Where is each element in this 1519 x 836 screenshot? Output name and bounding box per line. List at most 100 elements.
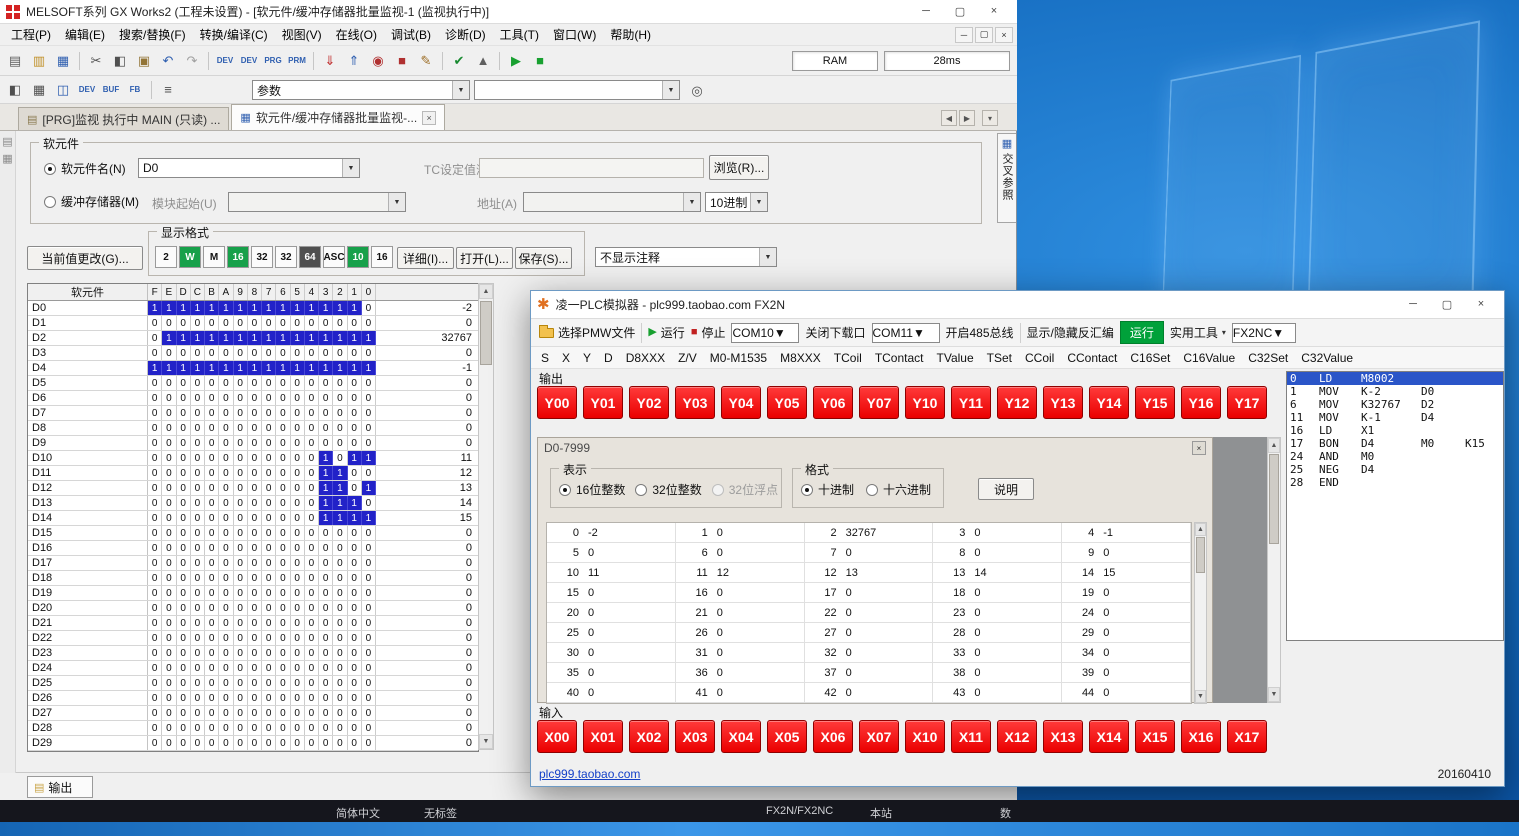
bit-cell[interactable]: 0 [291,526,305,540]
bit-cell[interactable]: 0 [219,481,233,495]
bit-cell[interactable]: 0 [248,526,262,540]
device-value-cell[interactable]: 0 [376,421,478,435]
device-link-c16value[interactable]: C16Value [1183,351,1235,365]
register-cell[interactable]: 420 [805,683,934,703]
bit-cell[interactable]: 0 [234,676,248,690]
bit-cell[interactable]: 0 [177,391,191,405]
bit-cell[interactable]: 1 [305,361,319,375]
find-icon[interactable]: ◎ [686,79,708,101]
device-name-radio[interactable]: 软元件名(N) [44,160,126,177]
bit-cell[interactable]: 0 [362,646,376,660]
device-name-cell[interactable]: D8 [28,421,148,435]
device-name-cell[interactable]: D12 [28,481,148,495]
device-name-cell[interactable]: D27 [28,706,148,720]
bit-cell[interactable]: 0 [148,496,162,510]
bit-cell[interactable]: 0 [248,571,262,585]
device-value-cell[interactable]: 11 [376,451,478,465]
bit-cell[interactable]: 0 [291,436,305,450]
bit-cell[interactable]: 0 [162,346,176,360]
bit-cell[interactable]: 0 [177,316,191,330]
bit-cell[interactable]: 0 [191,691,205,705]
bit-cell[interactable]: 0 [291,376,305,390]
bit-cell[interactable]: 0 [305,571,319,585]
bit-cell[interactable]: 0 [362,376,376,390]
device-name-cell[interactable]: D18 [28,571,148,585]
bit-cell[interactable]: 1 [262,331,276,345]
bit-cell[interactable]: 0 [148,406,162,420]
bit-cell[interactable]: 0 [319,391,333,405]
bit-cell[interactable]: 0 [333,406,347,420]
bit-cell[interactable]: 0 [219,571,233,585]
bit-cell[interactable]: 1 [333,496,347,510]
scrollbar-thumb[interactable] [1196,537,1205,573]
bit-cell[interactable]: 0 [191,406,205,420]
bit-cell[interactable]: 1 [319,481,333,495]
device-name-cell[interactable]: D13 [28,496,148,510]
bit-cell[interactable]: 0 [205,436,219,450]
bit-cell[interactable]: 0 [319,436,333,450]
bit-cell[interactable]: 0 [219,706,233,720]
device-link-m8xxx[interactable]: M8XXX [780,351,821,365]
bit-cell[interactable]: 0 [333,346,347,360]
bit-cell[interactable]: 0 [362,556,376,570]
bit-cell[interactable]: 0 [291,556,305,570]
register-cell[interactable]: 4-1 [1062,523,1191,543]
fb-icon[interactable]: FB [124,79,146,101]
bit-cell[interactable]: 0 [148,556,162,570]
bit-cell[interactable]: 0 [305,436,319,450]
bit-cell[interactable]: 0 [191,466,205,480]
bit-cell[interactable]: 1 [162,361,176,375]
bit-cell[interactable]: 0 [262,646,276,660]
register-cell[interactable]: 290 [1062,623,1191,643]
close-download-port-button[interactable]: 关闭下载口 [805,324,865,341]
bit-cell[interactable]: 0 [362,676,376,690]
device-link-c16set[interactable]: C16Set [1130,351,1170,365]
bit-cell[interactable]: 0 [362,691,376,705]
device-name-cell[interactable]: D28 [28,721,148,735]
bit-cell[interactable]: 1 [248,331,262,345]
disasm-row[interactable]: 0LDM8002 [1287,372,1503,385]
bit-cell[interactable]: 0 [205,376,219,390]
register-cell[interactable]: 1011 [547,563,676,583]
bit-cell[interactable]: 0 [234,451,248,465]
bit-cell[interactable]: 0 [248,706,262,720]
format-button-32[interactable]: 32 [251,246,273,268]
device-name-cell[interactable]: D4 [28,361,148,375]
register-cell[interactable]: 350 [547,663,676,683]
format-button-asc[interactable]: ASC [323,246,345,268]
bit-cell[interactable]: 1 [348,511,362,525]
input-button-x11[interactable]: X11 [951,720,991,753]
bit-cell[interactable]: 0 [362,706,376,720]
bit-cell[interactable]: 0 [291,736,305,750]
device-name-cell[interactable]: D2 [28,331,148,345]
bit-cell[interactable]: 0 [305,646,319,660]
device-link-d[interactable]: D [604,351,613,365]
chevron-down-icon[interactable]: ▼ [774,326,786,340]
bit-cell[interactable]: 1 [205,361,219,375]
bit-cell[interactable]: 0 [291,616,305,630]
bit-cell[interactable]: 0 [305,601,319,615]
device-value-cell[interactable]: 0 [376,721,478,735]
bit-cell[interactable]: 1 [348,451,362,465]
bit-cell[interactable]: 0 [333,736,347,750]
gx-menu-item[interactable]: 视图(V) [275,24,329,45]
start-monitor-icon[interactable]: ▶ [505,50,527,72]
bit-cell[interactable]: 1 [148,361,162,375]
bit-cell[interactable]: 0 [262,676,276,690]
bit-cell[interactable]: 0 [319,571,333,585]
register-cell[interactable]: 180 [933,583,1062,603]
bit-cell[interactable]: 0 [148,391,162,405]
bit-cell[interactable]: 0 [191,586,205,600]
bit-cell[interactable]: 0 [305,616,319,630]
bit-cell[interactable]: 0 [362,631,376,645]
monitor-mode-icon[interactable]: ◉ [367,50,389,72]
bit-cell[interactable]: 0 [234,601,248,615]
bit-cell[interactable]: 0 [348,316,362,330]
bit-cell[interactable]: 0 [276,661,290,675]
parameter-combo[interactable]: 参数 ▼ [252,80,470,100]
device-link-s[interactable]: S [541,351,549,365]
bit-cell[interactable]: 0 [333,541,347,555]
gx-menu-item[interactable]: 在线(O) [329,24,384,45]
bit-cell[interactable]: 0 [333,631,347,645]
bit-cell[interactable]: 0 [248,496,262,510]
